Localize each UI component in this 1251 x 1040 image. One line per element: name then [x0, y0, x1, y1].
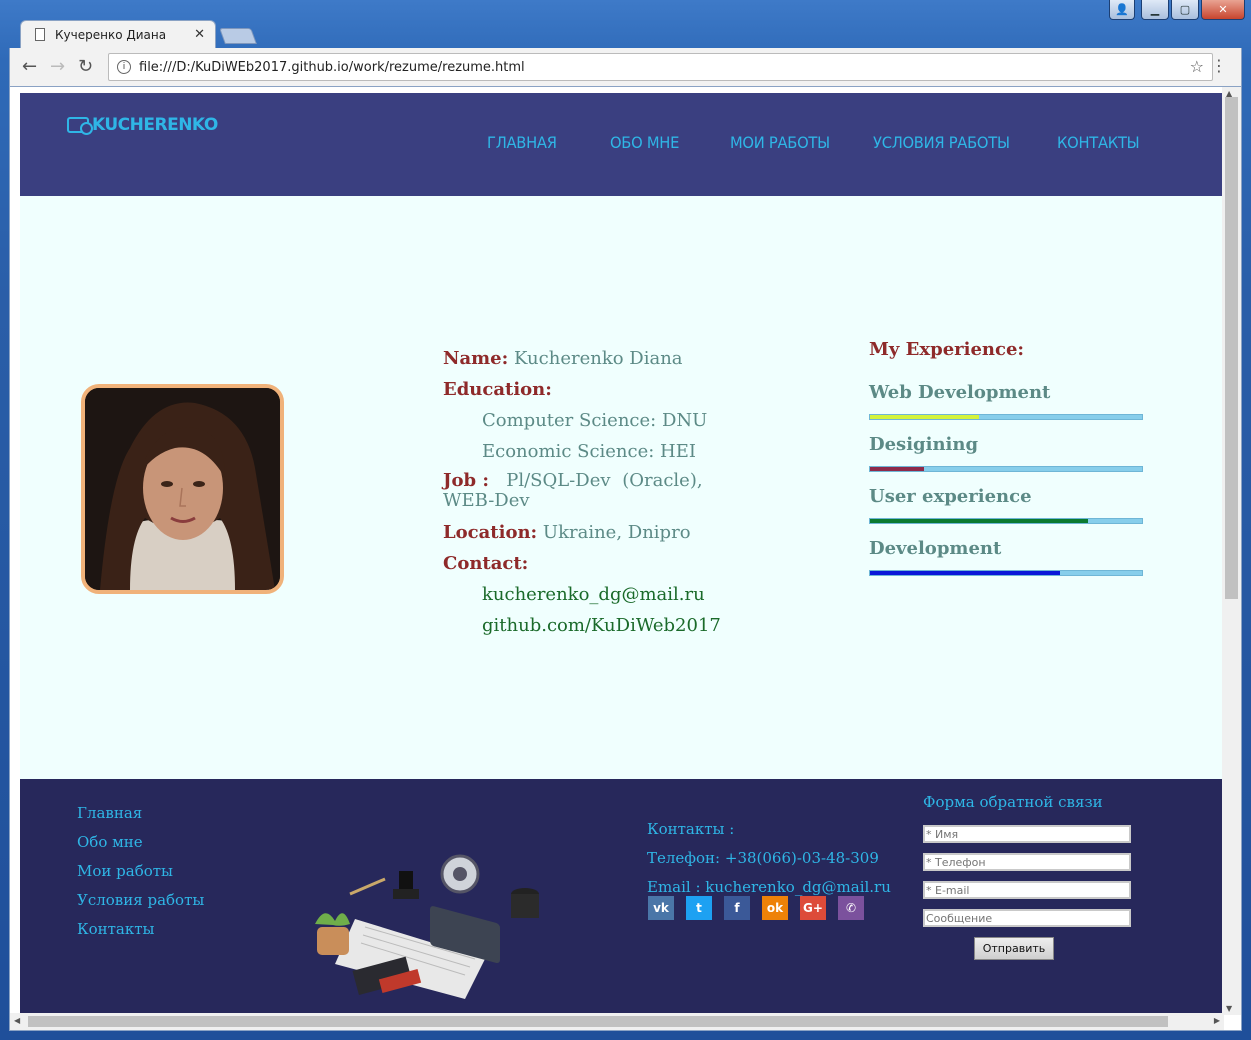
email-link[interactable]: kucherenko_dg@mail.ru [443, 579, 763, 610]
form-title: Форма обратной связи [923, 793, 1103, 811]
scroll-left-icon[interactable]: ◀ [14, 1016, 20, 1025]
vertical-scroll-thumb[interactable] [1225, 97, 1238, 599]
menu-item-works[interactable]: МОИ РАБОТЫ [730, 133, 830, 152]
message-field[interactable] [923, 909, 1131, 927]
twitter-icon[interactable]: t [686, 896, 712, 920]
skill-progress-fill [870, 519, 1088, 523]
horizontal-scroll-thumb[interactable] [28, 1016, 1168, 1027]
logo-text: KUCHERENKO [92, 115, 218, 135]
skill-progress-bar [869, 518, 1143, 524]
browser-toolbar: ← → ↻ i file:///D:/KuDiWEb2017.github.io… [9, 48, 1242, 86]
odnoklassniki-icon[interactable]: ok [762, 896, 788, 920]
skill-progress-fill [870, 571, 1061, 575]
footer-contacts: Контакты : Телефон: +38(066)-03-48-309 E… [647, 815, 891, 902]
footer-link-about[interactable]: Обо мне [77, 828, 204, 857]
experience-panel: My Experience: Web Development Desigining… [869, 339, 1144, 590]
reload-icon[interactable]: ↻ [78, 56, 93, 77]
profile-icon[interactable]: 👤 [1109, 0, 1135, 20]
location-label: Location: [443, 522, 538, 543]
experience-title: My Experience: [869, 339, 1025, 360]
url-text: file:///D:/KuDiWEb2017.github.io/work/re… [139, 59, 525, 75]
footer-link-contacts[interactable]: Контакты [77, 915, 204, 944]
job-label: Job : [443, 470, 490, 491]
footer-link-terms[interactable]: Условия работы [77, 886, 204, 915]
vk-icon[interactable]: vk [648, 896, 674, 920]
skill-item: Development [869, 538, 1144, 590]
skill-progress-fill [870, 415, 979, 419]
menu-item-contacts[interactable]: КОНТАКТЫ [1057, 133, 1140, 152]
contacts-phone: Телефон: +38(066)-03-48-309 [647, 849, 879, 867]
job-row: Job : Pl/SQL-Dev (Oracle), WEB-Dev [443, 471, 763, 511]
site-header: KUCHERENKO ГЛАВНАЯ ОБО МНЕ МОИ РАБОТЫ УС… [20, 93, 1222, 196]
footer-nav: Главная Обо мне Мои работы Условия работ… [77, 799, 204, 944]
social-links: vk t f ok G+ ✆ [648, 896, 864, 920]
skill-progress-bar [869, 570, 1143, 576]
location-value: Ukraine, Dnipro [542, 522, 691, 543]
window-controls: 👤 ▁ ▢ ✕ [1109, 0, 1245, 20]
skill-name: User experience [869, 486, 1032, 507]
scroll-right-icon[interactable]: ▶ [1214, 1016, 1220, 1025]
email-field[interactable] [923, 881, 1131, 899]
forward-arrow-icon[interactable]: → [50, 56, 65, 77]
site-footer: Главная Обо мне Мои работы Условия работ… [20, 779, 1222, 1014]
skill-name: Desigining [869, 434, 979, 455]
skill-item: User experience [869, 486, 1144, 538]
tab-close-icon[interactable]: ✕ [194, 27, 205, 42]
vertical-scrollbar[interactable]: ▲ ▼ [1222, 87, 1241, 1015]
browser-tab[interactable]: Кучеренко Диана ✕ [20, 20, 216, 48]
skill-item: Desigining [869, 434, 1144, 486]
skill-progress-bar [869, 414, 1143, 420]
name-label: Name: [443, 348, 509, 369]
stationery-illustration [315, 854, 539, 999]
education-label: Education: [443, 379, 552, 400]
footer-link-works[interactable]: Мои работы [77, 857, 204, 886]
name-row: Name: Kucherenko Diana [443, 343, 763, 374]
minimize-button[interactable]: ▁ [1141, 0, 1169, 20]
skill-name: Development [869, 538, 1002, 559]
skills-list: Web Development Desigining User experience… [869, 382, 1144, 590]
skill-progress-fill [870, 467, 925, 471]
menu-item-about[interactable]: ОБО МНЕ [610, 133, 679, 152]
info-icon[interactable]: i [117, 60, 131, 74]
profile-info: Name: Kucherenko Diana Education: Comput… [443, 343, 763, 641]
close-window-button[interactable]: ✕ [1201, 0, 1245, 20]
browser-window: 👤 ▁ ▢ ✕ Кучеренко Диана ✕ ← → ↻ i file:/… [0, 0, 1251, 1040]
github-link[interactable]: github.com/KuDiWeb2017 [443, 610, 763, 641]
submit-button[interactable]: Отправить [974, 937, 1054, 960]
bookmark-star-icon[interactable]: ☆ [1190, 57, 1204, 76]
horizontal-scrollbar[interactable]: ◀ ▶ [10, 1013, 1224, 1030]
footer-link-home[interactable]: Главная [77, 799, 204, 828]
contacts-title: Контакты : [647, 820, 735, 838]
site-logo[interactable]: KUCHERENKO [67, 115, 218, 135]
facebook-icon[interactable]: f [724, 896, 750, 920]
logo-icon [67, 117, 93, 135]
back-arrow-icon[interactable]: ← [22, 56, 37, 77]
skill-item: Web Development [869, 382, 1144, 434]
page-icon [35, 28, 45, 41]
profile-photo [81, 384, 284, 594]
name-field[interactable] [923, 825, 1131, 843]
education-item: Computer Science: DNU [482, 410, 708, 431]
scroll-down-icon[interactable]: ▼ [1226, 1004, 1232, 1013]
skill-progress-bar [869, 466, 1143, 472]
menu-item-terms[interactable]: УСЛОВИЯ РАБОТЫ [873, 133, 1010, 152]
phone-field[interactable] [923, 853, 1131, 871]
address-bar[interactable]: i file:///D:/KuDiWEb2017.github.io/work/… [108, 53, 1213, 81]
education-item: Economic Science: HEI [482, 441, 696, 462]
contact-label: Contact: [443, 553, 529, 574]
page: KUCHERENKO ГЛАВНАЯ ОБО МНЕ МОИ РАБОТЫ УС… [20, 93, 1222, 1014]
skill-name: Web Development [869, 382, 1051, 403]
maximize-button[interactable]: ▢ [1171, 0, 1199, 20]
google-plus-icon[interactable]: G+ [800, 896, 826, 920]
name-value: Kucherenko Diana [514, 348, 683, 369]
feedback-form: Форма обратной связи Отправить [923, 793, 1133, 960]
viber-icon[interactable]: ✆ [838, 896, 864, 920]
location-row: Location: Ukraine, Dnipro [443, 517, 763, 548]
new-tab-button[interactable] [219, 28, 257, 44]
menu-item-home[interactable]: ГЛАВНАЯ [487, 133, 557, 152]
page-viewport: KUCHERENKO ГЛАВНАЯ ОБО МНЕ МОИ РАБОТЫ УС… [9, 86, 1242, 1031]
tab-title: Кучеренко Диана [55, 27, 167, 42]
kebab-menu-icon[interactable]: ⋮ [1211, 56, 1227, 75]
